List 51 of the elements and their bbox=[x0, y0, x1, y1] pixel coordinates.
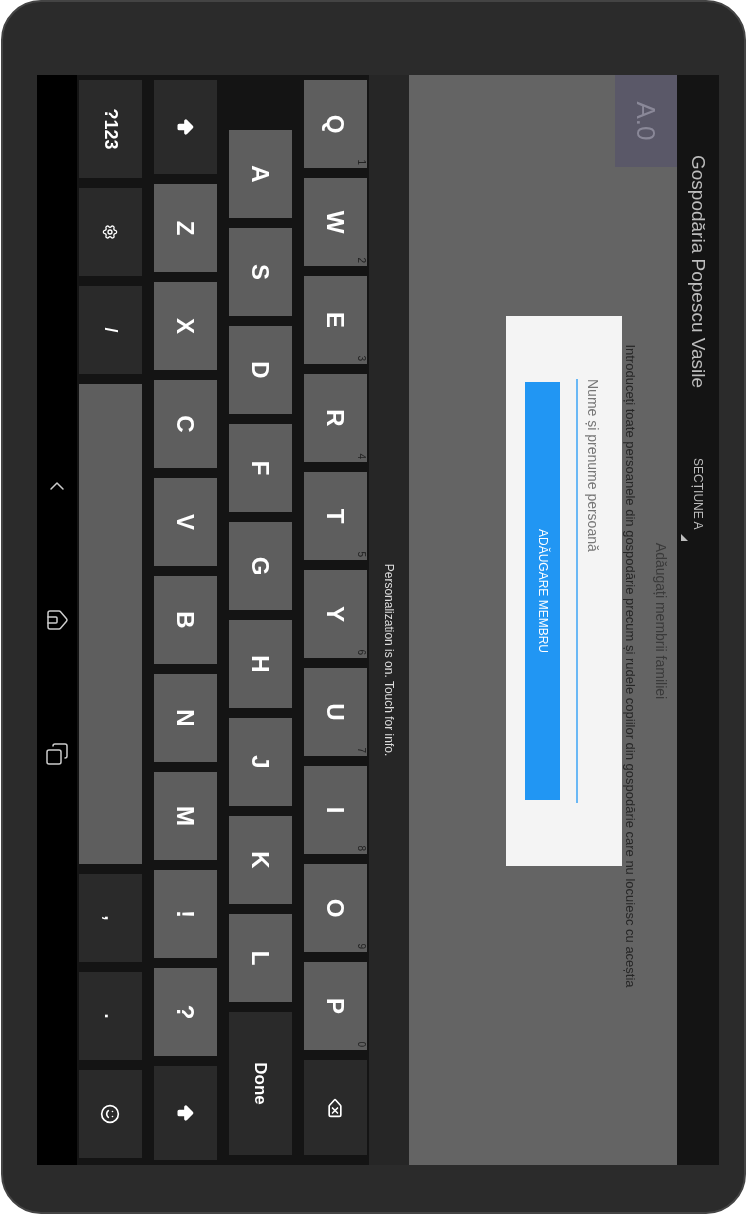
key[interactable]: Q 1 bbox=[304, 80, 367, 168]
key[interactable]: A bbox=[229, 130, 292, 218]
keyboard-notice-bar[interactable]: Personalization is on. Touch for info. bbox=[369, 75, 409, 1165]
key[interactable]: L bbox=[229, 914, 292, 1002]
section-description: Introduceți toate persoanele din gospodărie precum și rudele copiilor din gospodărie care nu locuiesc cu aceștia bbox=[622, 344, 639, 988]
key[interactable]: . bbox=[79, 972, 142, 1060]
key[interactable]: G bbox=[229, 522, 292, 610]
emoji-key[interactable] bbox=[79, 1070, 142, 1158]
key[interactable]: E 3 bbox=[304, 276, 367, 364]
key-hint: 3 bbox=[356, 355, 366, 361]
key-hint: 2 bbox=[356, 257, 366, 263]
done-key[interactable]: Done bbox=[229, 1012, 292, 1155]
shift-key[interactable] bbox=[154, 1066, 217, 1160]
recent-apps-icon[interactable] bbox=[45, 742, 69, 766]
key-hint: 6 bbox=[356, 649, 366, 655]
shift-key[interactable] bbox=[154, 80, 217, 174]
key[interactable]: Z bbox=[154, 184, 217, 272]
emoji-icon bbox=[100, 1104, 121, 1124]
shift-icon bbox=[175, 1103, 196, 1123]
key[interactable]: N bbox=[154, 674, 217, 762]
key[interactable]: S bbox=[229, 228, 292, 316]
home-icon[interactable] bbox=[45, 608, 69, 632]
key[interactable]: V bbox=[154, 478, 217, 566]
section-spinner[interactable]: SECȚIUNE A bbox=[689, 458, 707, 542]
key[interactable]: / bbox=[79, 286, 142, 374]
dropdown-corner-icon bbox=[681, 534, 688, 542]
key[interactable]: ? bbox=[154, 968, 217, 1056]
app-title: Gospodăria Popescu Vasile bbox=[687, 155, 711, 389]
key[interactable]: C bbox=[154, 380, 217, 468]
key[interactable]: X bbox=[154, 282, 217, 370]
key[interactable]: R 4 bbox=[304, 374, 367, 462]
key[interactable]: D bbox=[229, 326, 292, 414]
key[interactable]: , bbox=[79, 874, 142, 962]
key[interactable]: T 5 bbox=[304, 472, 367, 560]
settings-icon bbox=[102, 224, 119, 240]
key[interactable]: F bbox=[229, 424, 292, 512]
shift-icon bbox=[175, 117, 196, 137]
key[interactable]: M bbox=[154, 772, 217, 860]
keyboard-notice: Personalization is on. Touch for info. bbox=[381, 563, 397, 757]
key-hint: 4 bbox=[356, 453, 366, 459]
key-hint: 1 bbox=[356, 159, 366, 165]
key[interactable]: K bbox=[229, 816, 292, 904]
key-hint: 5 bbox=[356, 551, 366, 557]
key[interactable]: H bbox=[229, 620, 292, 708]
key[interactable]: J bbox=[229, 718, 292, 806]
key[interactable]: ! bbox=[154, 870, 217, 958]
key[interactable]: B bbox=[154, 576, 217, 664]
key[interactable]: Y 6 bbox=[304, 570, 367, 658]
symbols-key[interactable]: ?123 bbox=[79, 80, 142, 178]
key[interactable]: W 2 bbox=[304, 178, 367, 266]
name-input-field[interactable]: Nume și prenume persoană bbox=[576, 379, 609, 803]
